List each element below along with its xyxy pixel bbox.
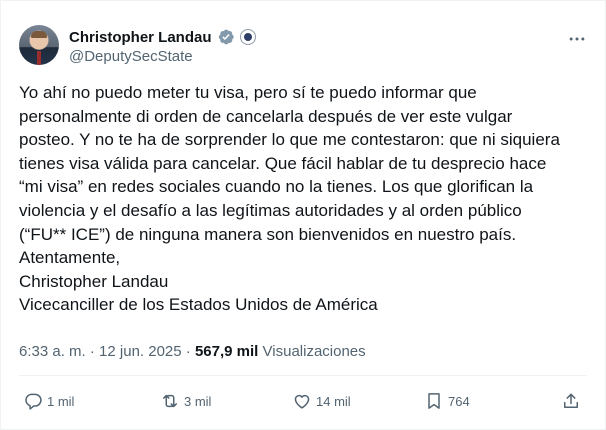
author-name-row: Christopher Landau — [69, 27, 256, 47]
more-button[interactable] — [567, 29, 587, 49]
bookmark-button[interactable]: 764 — [424, 389, 470, 413]
tweet-time[interactable]: 6:33 a. m. — [19, 343, 86, 360]
avatar[interactable] — [19, 25, 59, 65]
meta-separator: · — [185, 343, 191, 360]
reply-button[interactable]: 1 mil — [23, 389, 74, 413]
repost-icon — [163, 394, 177, 408]
repost-button[interactable]: 3 mil — [160, 389, 211, 413]
divider — [19, 375, 587, 376]
like-button[interactable]: 14 mil — [292, 389, 351, 413]
repost-count: 3 mil — [184, 393, 212, 409]
like-icon — [294, 394, 310, 409]
more-icon — [569, 37, 585, 41]
reply-count: 1 mil — [47, 393, 75, 409]
reply-icon — [25, 393, 42, 410]
author-display-name[interactable]: Christopher Landau — [69, 29, 212, 46]
tweet-line: posteo. Y no te ha de sorprender lo que … — [19, 130, 560, 150]
tweet-line: Vicecanciller de los Estados Unidos de A… — [19, 295, 378, 315]
avatar-tie — [37, 51, 41, 65]
tweet-date[interactable]: 12 jun. 2025 — [99, 343, 182, 360]
like-count: 14 mil — [316, 393, 351, 409]
action-bar: 1 mil 3 mil 14 mil 764 — [19, 389, 587, 413]
tweet-line: Christopher Landau — [19, 271, 169, 291]
tweet-line: Yo ahí no puedo meter tu visa, pero sí t… — [19, 83, 477, 102]
tweet-line: Atentamente, — [19, 248, 121, 268]
meta-separator: · — [89, 343, 95, 360]
tweet-line: “mi visa” en redes sociales cuando no la… — [19, 177, 534, 197]
views-label: Visualizaciones — [262, 343, 366, 360]
share-button[interactable] — [561, 389, 581, 413]
views-count: 567,9 mil — [194, 343, 259, 360]
tweet-line: tienes visa válida para cancelar. Que fá… — [19, 153, 547, 173]
verified-icon[interactable] — [217, 28, 235, 46]
author-handle[interactable]: @DeputySecState — [69, 48, 193, 65]
seal-icon[interactable] — [239, 29, 256, 45]
share-icon — [564, 393, 578, 408]
tweet-text: Yo ahí no puedo meter tu visa, pero sí t… — [19, 81, 594, 317]
bookmark-count: 764 — [448, 393, 470, 409]
tweet-card: Christopher Landau @DeputySecState Yo ah… — [0, 0, 606, 430]
tweet-line: violencia y el desafío a las legítimas a… — [19, 200, 522, 220]
avatar-hair — [31, 31, 47, 38]
tweet-line: (“FU** ICE”) de ninguna manera son bienv… — [19, 224, 517, 244]
tweet-line: personalmente di orden de cancelarla des… — [19, 106, 513, 126]
tweet-meta: 6:33 a. m. · 12 jun. 2025 · 567,9 mil Vi… — [19, 343, 366, 360]
bookmark-icon — [428, 393, 440, 409]
